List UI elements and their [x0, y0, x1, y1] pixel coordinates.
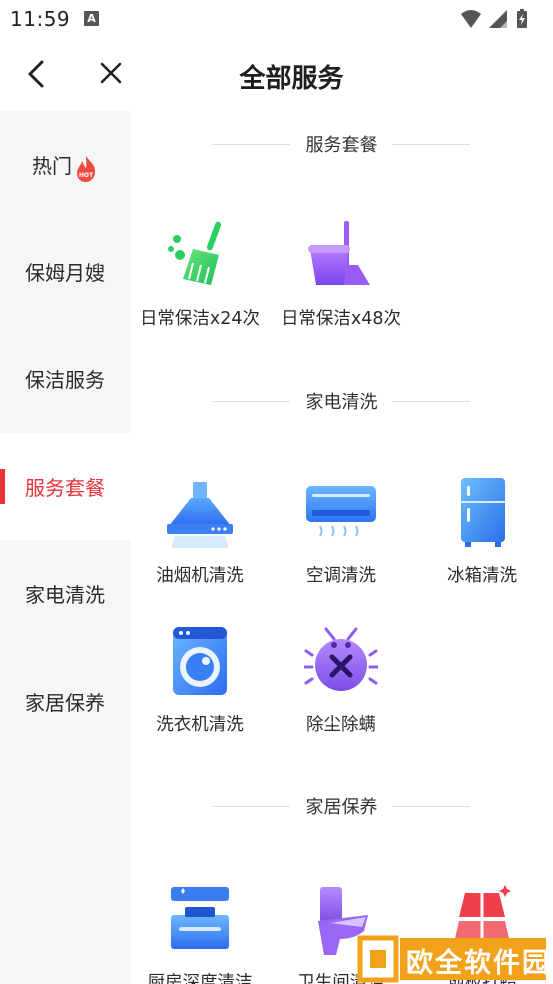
- wifi-icon: [461, 10, 481, 28]
- sidebar-item-label: 家居保养: [25, 691, 105, 715]
- sidebar-item-label: 服务套餐: [25, 476, 105, 500]
- section-header: 服务套餐: [130, 129, 553, 159]
- service-item[interactable]: 厨房深度清洁: [130, 883, 270, 984]
- watermark-text: 欧全软件园: [406, 948, 551, 979]
- fridge-icon: [461, 478, 505, 547]
- range-hood-icon: [167, 482, 233, 548]
- header: 全部服务: [0, 40, 553, 110]
- section-title: 服务套餐: [305, 135, 378, 156]
- active-indicator: [0, 469, 5, 504]
- service-label: 油烟机清洗: [156, 566, 244, 586]
- washing-machine-icon: [173, 627, 227, 695]
- sidebar-item-home-care[interactable]: 家居保养: [0, 648, 130, 755]
- sidebar-item-hot[interactable]: 热门 HOT: [0, 111, 130, 218]
- service-item[interactable]: 油烟机清洗: [130, 476, 270, 587]
- service-item[interactable]: 除尘除螨: [271, 625, 411, 736]
- broom-icon: [168, 221, 222, 285]
- sidebar-item-label: 热门: [32, 154, 72, 178]
- section-header: 家电清洗: [130, 386, 553, 416]
- service-item[interactable]: 日常保洁x48次: [271, 219, 411, 330]
- notification-icon: A: [84, 11, 99, 26]
- service-label: 日常保洁x24次: [139, 309, 261, 329]
- sidebar-item-label: 保姆月嫂: [25, 261, 105, 285]
- service-label: 厨房深度清洁: [147, 973, 253, 984]
- watermark: 欧全软件园: [356, 934, 549, 984]
- hot-flame-icon: HOT: [77, 155, 96, 182]
- kitchen-icon: [171, 887, 229, 949]
- service-list: 服务套餐 日常保洁x24次 日常保洁x48次 家电清洗 油烟机清洗 空调清洗 冰…: [130, 111, 553, 984]
- service-label: 日常保洁x48次: [280, 309, 402, 329]
- sidebar-item-cleaning[interactable]: 保洁服务: [0, 325, 130, 432]
- page-title: 全部服务: [239, 64, 344, 94]
- air-conditioner-icon: [306, 486, 376, 537]
- service-item[interactable]: 洗衣机清洗: [130, 625, 270, 736]
- service-label: 洗衣机清洗: [156, 715, 244, 735]
- section-title: 家电清洗: [305, 392, 378, 413]
- status-bar: 11:59 A: [0, 0, 553, 38]
- sidebar-item-label: 保洁服务: [25, 368, 105, 392]
- sidebar-item-appliance[interactable]: 家电清洗: [0, 540, 130, 647]
- category-sidebar: 热门 HOT 保姆月嫂 保洁服务 服务套餐 家电清洗 家居保养: [0, 111, 130, 984]
- section-title: 家居保养: [305, 797, 378, 818]
- sidebar-item-packages[interactable]: 服务套餐: [0, 433, 130, 540]
- sidebar-item-label: 家电清洗: [25, 583, 105, 607]
- service-label: 冰箱清洗: [447, 566, 517, 586]
- service-label: 空调清洗: [306, 566, 376, 586]
- service-item[interactable]: 冰箱清洗: [412, 476, 552, 587]
- service-item[interactable]: 空调清洗: [271, 476, 411, 587]
- section-header: 家居保养: [130, 791, 553, 821]
- status-icons: [461, 9, 527, 28]
- hot-badge: HOT: [79, 172, 94, 179]
- service-label: 除尘除螨: [306, 715, 376, 735]
- sidebar-item-nanny[interactable]: 保姆月嫂: [0, 218, 130, 325]
- mite-icon: [302, 627, 380, 691]
- status-time: 11:59: [10, 7, 71, 31]
- service-item[interactable]: 日常保洁x24次: [130, 219, 270, 330]
- bucket-mop-icon: [308, 221, 370, 285]
